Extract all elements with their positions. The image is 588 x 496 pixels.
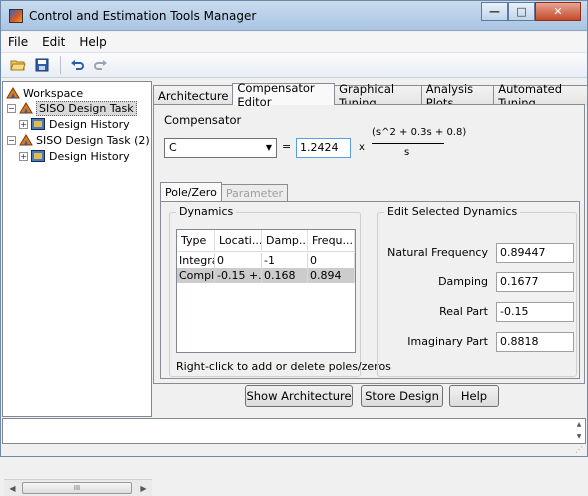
tab-compensator-editor[interactable]: Compensator Editor [232,81,336,109]
expand-icon[interactable]: + [19,151,28,161]
scroll-right-icon[interactable]: ▶ [136,481,151,495]
tab-parameter: Parameter [220,184,289,202]
column-header-damping[interactable]: Damp... [262,230,308,252]
edit-dynamics-title: Edit Selected Dynamics [384,205,521,218]
tree-item-label: Design History [49,149,130,163]
siso-task-icon [19,134,33,146]
tree-item-label: SISO Design Task (2) [36,133,150,147]
menu-file[interactable]: File [1,35,35,49]
table-row[interactable]: Integra... 0 -1 0 [177,253,355,268]
tree-item-label: Design History [49,117,130,131]
fraction-bar [372,143,444,144]
pole-zero-panel: Dynamics Type Locati... Damp... Frequ...… [160,201,580,379]
table-cell: Integra... [177,253,215,268]
tree-item-label: SISO Design Task [36,100,137,116]
maximize-button[interactable]: □ [508,2,535,21]
action-buttons: Show Architecture Store Design Help [153,385,587,415]
main-window: Control and Estimation Tools Manager — □… [0,0,588,496]
menu-help[interactable]: Help [72,35,113,49]
status-scrollbar[interactable]: ▲ ▼ [573,419,585,443]
save-icon[interactable] [31,55,53,75]
compensator-select-value: C [169,141,177,154]
workspace-tree: Workspace − SISO Design Task + Design Hi… [2,81,152,496]
help-button[interactable]: Help [449,385,499,407]
app-icon [9,9,23,23]
tab-automated-tuning[interactable]: Automated Tuning [493,82,588,110]
tab-analysis-plots[interactable]: Analysis Plots [420,82,495,110]
compensator-select[interactable]: C ▼ [164,138,277,158]
collapse-icon[interactable]: − [7,103,16,113]
edit-selected-dynamics-group: Edit Selected Dynamics Natural Frequency… [377,205,577,377]
real-part-field[interactable]: -0.15 [496,302,574,322]
toolbar [1,52,587,78]
tree-item-design-history-2[interactable]: + Design History [19,148,130,164]
workspace-icon [6,87,20,99]
compensator-editor-panel: Compensator C ▼ = 1.2424 x (s^2 + 0.3s +… [153,104,585,384]
collapse-icon[interactable]: − [7,135,16,145]
redo-icon[interactable] [90,55,112,75]
dynamics-subtabs: Pole/Zero Parameter [160,182,289,202]
tree-item-label: Workspace [23,86,84,100]
expand-icon[interactable]: + [19,119,28,129]
tab-architecture[interactable]: Architecture [153,85,234,105]
table-cell: 0.168 [262,268,308,283]
real-part-label: Real Part [439,305,488,318]
table-cell: -0.15 +... [217,268,262,283]
multiply-sign: x [359,142,365,153]
tab-pole-zero[interactable]: Pole/Zero [160,182,222,202]
resize-grip-icon[interactable]: ⋰ [575,445,585,455]
tree-item-workspace[interactable]: Workspace [6,85,83,101]
damping-label: Damping [438,275,488,288]
table-cell: -1 [262,253,308,268]
tree-item-design-history[interactable]: + Design History [19,116,130,132]
dynamics-hint: Right-click to add or delete poles/zeros [176,360,391,373]
table-cell: 0.894 [308,268,355,283]
show-architecture-button[interactable]: Show Architecture [245,385,353,407]
minimize-button[interactable]: — [481,2,508,21]
undo-icon[interactable] [66,55,88,75]
dynamics-group: Dynamics Type Locati... Damp... Frequ...… [169,205,391,377]
scroll-thumb[interactable]: III [22,482,132,494]
dynamics-title: Dynamics [176,205,237,218]
store-design-button[interactable]: Store Design [361,385,443,407]
column-header-type[interactable]: Type [177,230,215,252]
dynamics-table: Type Locati... Damp... Frequ... Integra.… [176,229,356,353]
tab-graphical-tuning[interactable]: Graphical Tuning [334,82,422,110]
imaginary-part-label: Imaginary Part [407,335,488,348]
table-row[interactable]: Compl... -0.15 +... 0.168 0.894 [177,268,355,283]
menu-edit[interactable]: Edit [35,35,72,49]
natural-frequency-field[interactable]: 0.89447 [496,243,574,263]
close-button[interactable]: ✕ [535,2,581,21]
column-header-location[interactable]: Locati... [215,230,262,252]
column-header-frequency[interactable]: Frequ... [308,230,355,252]
status-area: ▲ ▼ [2,418,586,444]
window-controls: — □ ✕ [481,2,581,22]
gain-input[interactable]: 1.2424 [296,138,351,158]
open-folder-icon[interactable] [7,55,29,75]
damping-field[interactable]: 0.1677 [496,272,574,292]
tree-horizontal-scrollbar[interactable]: ◀ III ▶ [4,479,152,496]
tree-item-siso-design-task-2[interactable]: − SISO Design Task (2) [7,132,150,148]
main-tabs: Architecture Compensator Editor Graphica… [153,81,588,110]
window-title: Control and Estimation Tools Manager [29,9,257,23]
table-cell: 0 [308,253,355,268]
scroll-left-icon[interactable]: ◀ [5,481,20,495]
table-cell: 0 [215,253,262,268]
siso-task-icon [19,102,33,114]
design-history-icon [31,150,45,162]
natural-frequency-label: Natural Frequency [387,246,488,259]
tree-item-siso-design-task[interactable]: − SISO Design Task [7,100,137,116]
imaginary-part-field[interactable]: 0.8818 [496,332,574,352]
menu-bar: File Edit Help [1,32,587,52]
compensator-label: Compensator [164,113,242,127]
transfer-function-numerator: (s^2 + 0.3s + 0.8) [372,127,467,138]
toolbar-separator [60,56,61,74]
design-panel: Architecture Compensator Editor Graphica… [153,81,588,417]
equals-sign: = [282,140,292,153]
transfer-function-denominator: s [404,147,410,158]
table-cell: Compl... [179,268,215,283]
title-bar: Control and Estimation Tools Manager — □… [1,1,587,31]
design-history-icon [31,118,45,130]
dropdown-arrow-icon: ▼ [265,143,272,152]
